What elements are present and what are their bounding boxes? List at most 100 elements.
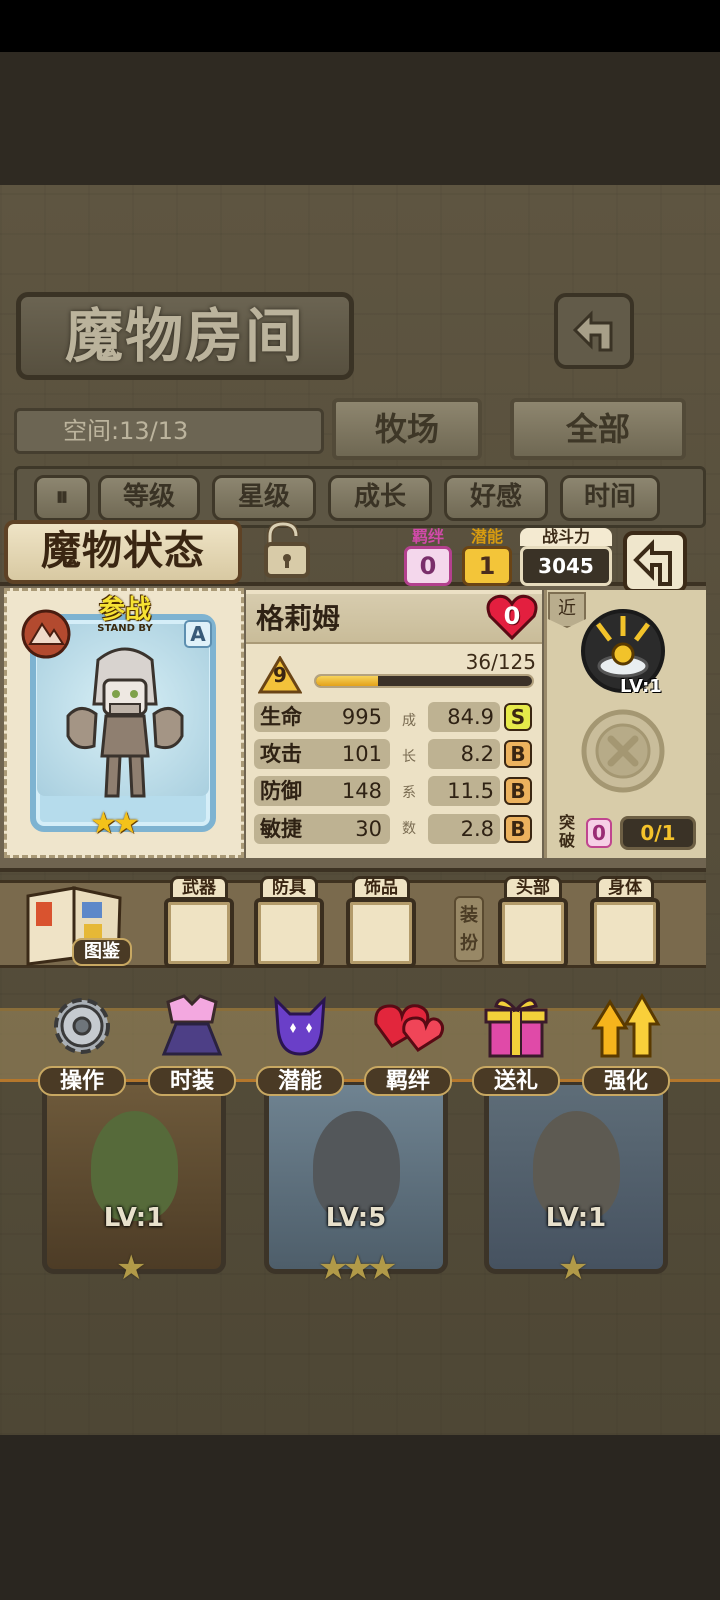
sort-affection-button[interactable]: 好感 — [444, 475, 548, 521]
growth-coefficient-label: 系 — [402, 785, 416, 801]
roster-star-icon: ★ — [116, 1248, 147, 1288]
roster-card[interactable]: LV:1 — [42, 1080, 226, 1274]
gift-button[interactable]: 送礼 — [472, 988, 560, 1102]
stat-row-defense: 防御 148 11.5 B — [254, 776, 536, 806]
exp-progress-fill — [316, 676, 379, 686]
stat-value: 148 — [341, 779, 382, 803]
return-arrow-icon — [623, 531, 687, 593]
bond-value: 0 — [404, 546, 452, 586]
equip-slot-weapon[interactable]: 武器 — [160, 876, 238, 968]
lock-button[interactable] — [256, 518, 318, 580]
stat-growth: 8.2 — [428, 739, 500, 769]
stat-grade-badge: B — [504, 815, 532, 843]
rank-grade-badge: A — [184, 620, 212, 648]
stat-row-attack: 攻击 101 8.2 B — [254, 739, 536, 769]
sort-order-toggle[interactable]: ⏸ — [34, 475, 90, 521]
equip-slot-accessory[interactable]: 饰品 — [342, 876, 420, 968]
stat-grade-badge: S — [504, 703, 532, 731]
sort-growth-button[interactable]: 成长 — [328, 475, 432, 521]
monster-portrait — [60, 640, 190, 800]
menu-label: 羁绊 — [364, 1066, 452, 1096]
roster-star-icon: ★★★ — [318, 1248, 397, 1288]
sort-level-button[interactable]: 等级 — [98, 475, 200, 521]
menu-label: 操作 — [38, 1066, 126, 1096]
monster-level: 9 — [273, 663, 287, 687]
stat-row-agility: 敏捷 30 2.8 B — [254, 814, 536, 844]
equip-slot-label: 身体 — [596, 876, 654, 900]
skill-level: LV:1 — [620, 676, 662, 697]
stat-value: 995 — [341, 705, 382, 729]
stat-value: 30 — [355, 817, 382, 841]
roster-card[interactable]: LV:5 — [264, 1080, 448, 1274]
room-back-button[interactable] — [553, 292, 635, 370]
menu-label: 时装 — [148, 1066, 236, 1096]
status-panel-title: 魔物状态 — [4, 520, 242, 584]
equip-slot-label: 饰品 — [352, 876, 410, 900]
exp-progress-bar — [314, 674, 534, 688]
equip-slot-head[interactable]: 头部 — [494, 876, 572, 968]
menu-label: 强化 — [582, 1066, 670, 1096]
roster-card[interactable]: LV:1 — [484, 1080, 668, 1274]
stat-name: 攻击 — [260, 742, 302, 766]
operate-button[interactable]: 操作 — [38, 988, 126, 1102]
exp-text: 36/125 — [465, 650, 536, 674]
bond-hearts-icon — [370, 988, 446, 1064]
breakthrough-value: 0 — [586, 818, 612, 848]
star-rating-icon: ★★ — [90, 806, 140, 841]
roster-level: LV:5 — [325, 1203, 387, 1233]
stat-row-hp: 生命 995 84.9 S — [254, 702, 536, 732]
stat-growth: 11.5 — [428, 776, 500, 806]
bottom-background — [0, 1435, 720, 1600]
upgrade-button[interactable]: 强化 — [582, 988, 670, 1102]
growth-coefficient-label: 成 — [402, 713, 416, 729]
atlas-label: 图鉴 — [72, 938, 132, 966]
monster-name: 格莉姆 — [256, 602, 341, 635]
potential-button[interactable]: 潜能 — [256, 988, 344, 1102]
tab-all[interactable]: 全部 — [510, 398, 686, 460]
outfit-icon — [154, 988, 230, 1064]
affection-value: 0 — [503, 602, 521, 630]
status-back-button[interactable] — [622, 530, 688, 594]
equip-slot-label: 防具 — [260, 876, 318, 900]
potential-level-tag: 潜能 1 — [462, 528, 512, 586]
space-capacity: 空间:13/13 — [14, 408, 324, 454]
empty-skill-slot[interactable] — [580, 708, 666, 794]
outfit-button[interactable]: 时装 — [148, 988, 236, 1102]
sort-star-button[interactable]: 星级 — [212, 475, 316, 521]
stat-grade-badge: B — [504, 740, 532, 768]
stat-value: 101 — [341, 742, 382, 766]
growth-coefficient-label: 数 — [402, 821, 416, 837]
standby-badge: 参战 STAND BY — [97, 595, 153, 634]
breakthrough-box[interactable]: 突破 0 0/1 — [552, 812, 698, 852]
close-icon — [581, 709, 665, 793]
stat-growth: 2.8 — [428, 814, 500, 844]
roster-star-icon: ★ — [558, 1248, 589, 1288]
breakthrough-progress: 0/1 — [620, 816, 696, 850]
stat-name: 防御 — [260, 779, 302, 803]
room-title: 魔物房间 — [16, 292, 354, 380]
bond-level-tag: 羁绊 0 — [404, 528, 452, 586]
bond-button[interactable]: 羁绊 — [364, 988, 452, 1102]
status-bar — [0, 0, 720, 52]
gear-icon — [44, 988, 120, 1064]
upgrade-arrows-icon — [588, 988, 664, 1064]
stat-name: 生命 — [260, 705, 302, 729]
equip-slot-label: 武器 — [170, 876, 228, 900]
stat-grade-badge: B — [504, 777, 532, 805]
combat-power-tag: 战斗力 3045 — [520, 528, 612, 586]
combat-power-value: 3045 — [520, 546, 612, 586]
growth-coefficient-label: 长 — [402, 749, 416, 765]
stat-name: 敏捷 — [260, 817, 302, 841]
equip-slot-armor[interactable]: 防具 — [250, 876, 328, 968]
equip-slot-body[interactable]: 身体 — [586, 876, 664, 968]
gift-icon — [478, 988, 554, 1064]
equip-slot-label: 头部 — [504, 876, 562, 900]
sort-time-button[interactable]: 时间 — [560, 475, 660, 521]
dressup-label: 装扮 — [454, 896, 484, 962]
breakthrough-label: 突破 — [558, 813, 575, 850]
menu-label: 送礼 — [472, 1066, 560, 1096]
menu-label: 潜能 — [256, 1066, 344, 1096]
potential-value: 1 — [462, 546, 512, 586]
tab-ranch[interactable]: 牧场 — [332, 398, 482, 460]
unlocked-padlock-icon — [264, 520, 310, 578]
